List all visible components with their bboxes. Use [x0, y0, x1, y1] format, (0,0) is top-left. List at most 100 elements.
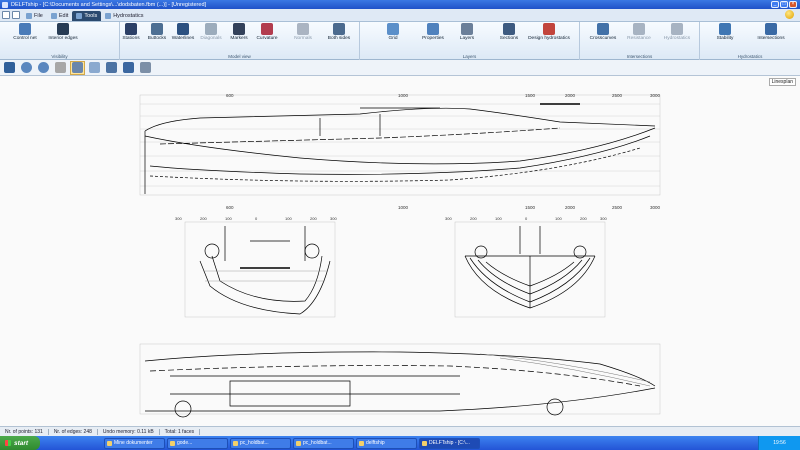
sections-icon — [503, 23, 515, 35]
edit-icon — [50, 13, 57, 19]
scale-label: 300 — [600, 216, 607, 221]
layers-icon — [461, 23, 473, 35]
tab-label: Tools — [84, 13, 98, 19]
task-label: Mine dokumenter — [114, 440, 153, 446]
delftship-icon — [422, 440, 427, 446]
profile-top-scale: 600 1000 1500 2000 2500 3000 — [226, 93, 661, 98]
body-plan-bow-scale: 300 200 100 0 100 200 300 — [445, 216, 607, 221]
interior-edges-icon — [57, 23, 69, 35]
tab-label: File — [34, 13, 43, 19]
zoom-in-button[interactable] — [19, 61, 34, 75]
tab-tools[interactable]: Tools — [72, 11, 102, 21]
status-bar: Nr. of points: 131 Nr. of edges: 248 Und… — [0, 426, 800, 436]
shade-icon — [89, 62, 100, 73]
lines-plan-icon — [72, 62, 83, 73]
scale-label: 300 — [445, 216, 452, 221]
folder-icon — [107, 440, 112, 446]
scale-label: 300 — [175, 216, 182, 221]
zoom-extents-button[interactable] — [2, 61, 17, 75]
tab-edit[interactable]: Edit — [47, 11, 72, 21]
button-label: Crosscurves — [589, 36, 617, 41]
save-image-icon — [140, 62, 151, 73]
body-plan-stern — [184, 221, 336, 318]
status-undo: Undo memory: 0.11 kB — [98, 428, 160, 435]
shade-button[interactable] — [87, 61, 102, 75]
title-bar: DELFTship - [C:\Documents and Settings\.… — [0, 0, 800, 9]
both-sides-button[interactable]: Both sides — [316, 23, 362, 51]
scale-label: 100 — [495, 216, 502, 221]
taskbar-item[interactable]: pc_holdbat... — [230, 437, 291, 449]
lines-plan-canvas[interactable]: Linesplan 600 1000 1500 2000 2500 3000 6… — [0, 76, 800, 426]
profile-view — [139, 94, 661, 196]
group-label: Hydrostatics — [737, 54, 763, 59]
curvature-icon — [261, 23, 273, 35]
taskbar-item[interactable]: pc_holdbat... — [293, 437, 354, 449]
tab-file[interactable]: File — [22, 11, 47, 21]
tab-hydrostatics[interactable]: Hydrostatics — [101, 11, 147, 21]
button-label: Curvature — [256, 36, 278, 41]
taskbar-item[interactable]: gode... — [167, 437, 228, 449]
scale-label: 1000 — [398, 93, 409, 98]
start-label: start — [14, 439, 29, 447]
start-button[interactable]: start — [0, 436, 40, 450]
control-net-icon — [19, 23, 31, 35]
print-button[interactable] — [104, 61, 119, 75]
save-icon[interactable] — [12, 11, 20, 19]
design-hydrostatics-icon — [543, 23, 555, 35]
button-label: Both sides — [327, 36, 351, 41]
intersections-button[interactable]: Intersections — [748, 23, 794, 51]
close-button[interactable]: × — [789, 1, 797, 8]
stability-button[interactable]: Stability — [702, 23, 748, 51]
folder-icon — [296, 440, 301, 446]
zoom-out-icon — [38, 62, 49, 73]
ribbon-tab-bar: File Edit Tools Hydrostatics — [0, 9, 800, 22]
taskbar-item[interactable]: delftship — [356, 437, 417, 449]
body-plan-stern-scale: 300 200 100 0 100 200 300 — [175, 216, 337, 221]
scale-label: 200 — [200, 216, 207, 221]
properties-icon — [427, 23, 439, 35]
scale-label: 1500 — [525, 205, 536, 210]
button-label: Design hydrostatics — [528, 36, 570, 41]
design-hydrostatics-button[interactable]: Design hydrostatics — [526, 23, 572, 51]
taskbar-item-active[interactable]: DELFTship - [C:\... — [419, 437, 480, 449]
pan-button[interactable] — [53, 61, 68, 75]
task-label: delftship — [366, 440, 385, 446]
system-tray: 19:56 — [758, 436, 800, 450]
scale-label: 600 — [226, 205, 234, 210]
maximize-button[interactable]: □ — [780, 1, 788, 8]
new-file-icon[interactable] — [2, 11, 10, 19]
profile-bottom-scale: 600 1000 1500 2000 2500 3000 — [226, 205, 661, 210]
export-button[interactable] — [121, 61, 136, 75]
button-label: Normals — [294, 36, 312, 41]
scale-label: 2000 — [565, 93, 576, 98]
status-faces: Total: 1 faces — [160, 428, 201, 435]
button-label: Layers — [459, 36, 475, 41]
task-label: pc_holdbat... — [303, 440, 332, 446]
print-icon — [106, 62, 117, 73]
layers-button[interactable]: Layers — [444, 23, 490, 51]
scale-label: 100 — [285, 216, 292, 221]
task-label: DELFTship - [C:\... — [429, 440, 470, 446]
save-image-button[interactable] — [138, 61, 153, 75]
scale-label: 100 — [225, 216, 232, 221]
group-label: Visibility — [51, 54, 68, 59]
task-label: pc_holdbat... — [240, 440, 269, 446]
button-label: Sections — [499, 36, 519, 41]
ribbon-group-layers: Grid Properties Layers Sections Design h… — [360, 22, 580, 60]
scale-label: 100 — [555, 216, 562, 221]
crosscurves-icon — [597, 23, 609, 35]
folder-icon — [233, 440, 238, 446]
windows-logo-icon — [5, 440, 11, 446]
window-title: DELFTship - [C:\Documents and Settings\.… — [11, 1, 207, 8]
interior-edges-button[interactable]: Interior edges — [40, 23, 86, 51]
zoom-out-button[interactable] — [36, 61, 51, 75]
minimize-button[interactable]: _ — [771, 1, 779, 8]
hydrostatics-button[interactable]: Hydrostatics — [654, 23, 700, 51]
taskbar-item[interactable]: Mine dokumenter — [104, 437, 165, 449]
view-toolbar — [0, 60, 800, 76]
ribbon-group-visibility: Control net Interior edges Visibility — [0, 22, 120, 60]
lines-plan-button[interactable] — [70, 60, 85, 75]
help-icon[interactable] — [785, 10, 794, 19]
ribbon-group-hydrostatics: Stability Intersections Hydrostatics — [700, 22, 800, 60]
body-plan-bow — [454, 221, 606, 318]
